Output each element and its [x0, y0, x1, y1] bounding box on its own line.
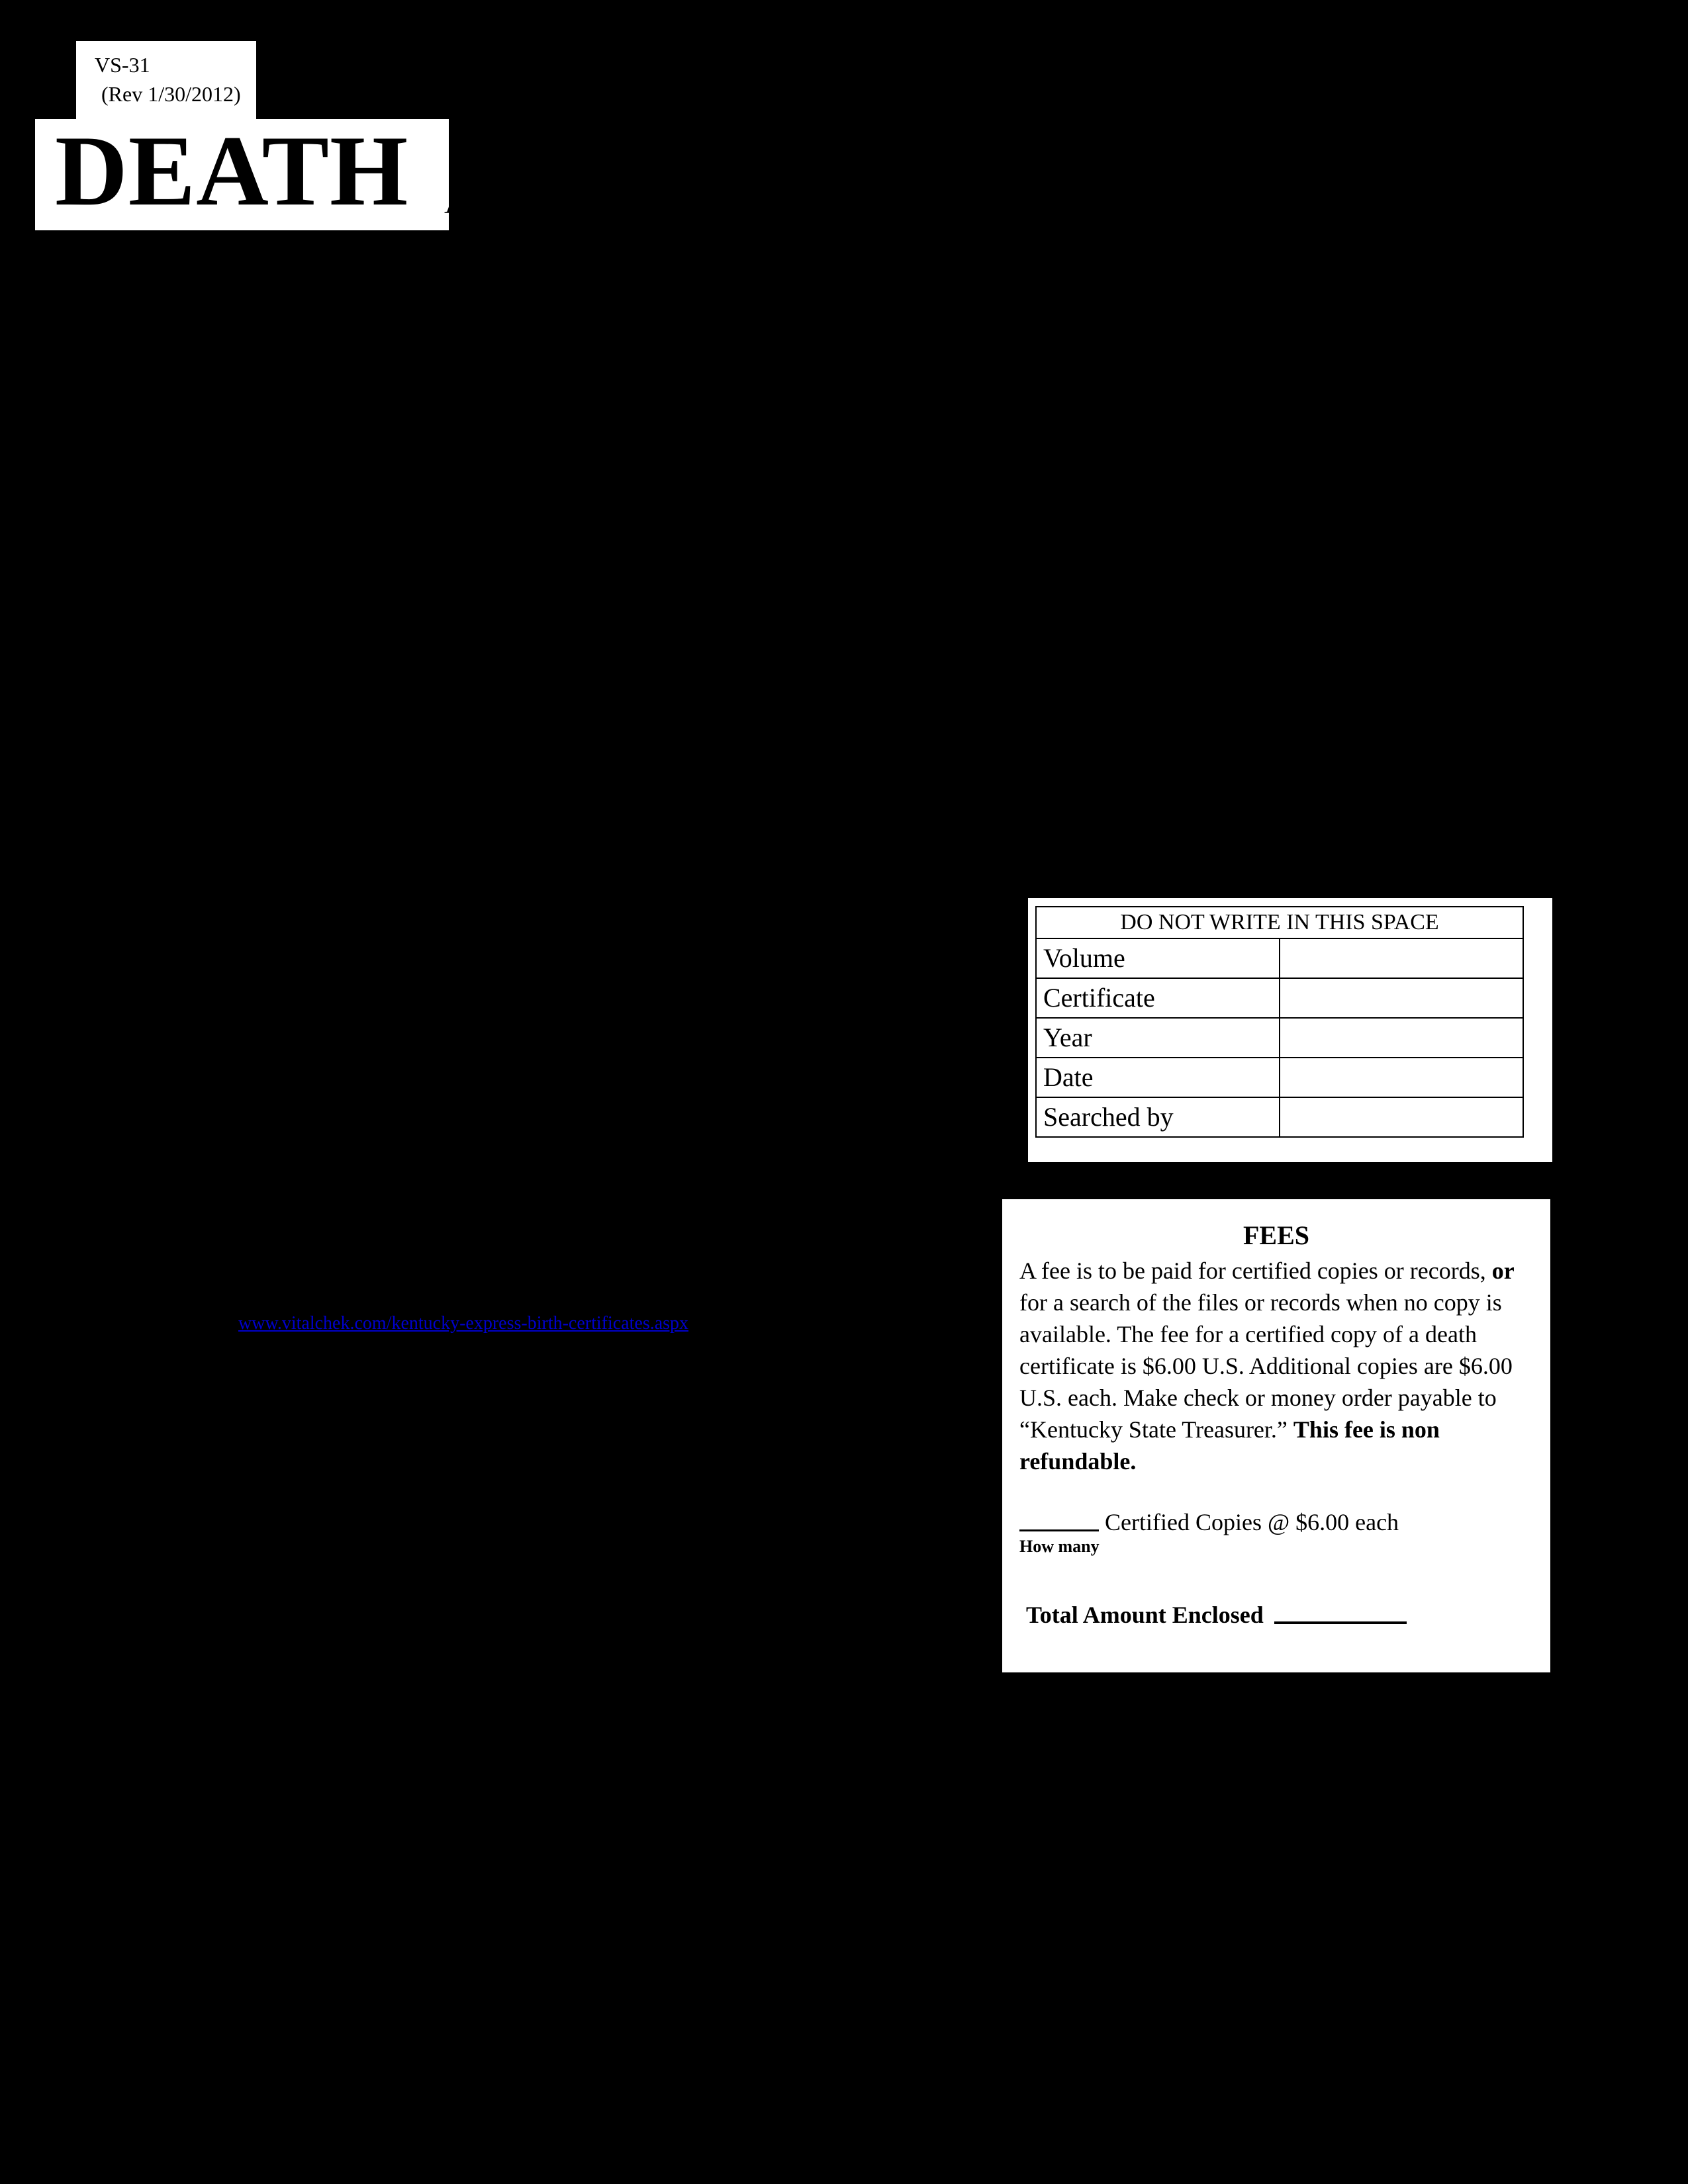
form-number-box: VS-31 (Rev 1/30/2012) — [76, 41, 256, 119]
form-title-banner: DEATH AP — [35, 119, 449, 230]
office-row-label-volume: Volume — [1035, 938, 1280, 979]
office-use-table: DO NOT WRITE IN THIS SPACE Volume Certif… — [1035, 906, 1524, 1138]
page-title-continuation: AP — [444, 183, 449, 222]
total-amount-field[interactable] — [1274, 1602, 1407, 1624]
office-row-value-certificate[interactable] — [1279, 978, 1524, 1019]
office-row-value-volume[interactable] — [1279, 938, 1524, 979]
table-row: Year — [1035, 1017, 1524, 1058]
office-row-label-date: Date — [1035, 1057, 1280, 1098]
total-amount-label: Total Amount Enclosed — [1026, 1602, 1264, 1628]
office-row-value-date[interactable] — [1279, 1057, 1524, 1098]
fees-heading: FEES — [1243, 1220, 1310, 1250]
table-row: Searched by — [1035, 1097, 1524, 1138]
form-page: VS-31 (Rev 1/30/2012) DEATH AP www.vital… — [0, 0, 1688, 2184]
total-amount-line: Total Amount Enclosed — [1019, 1599, 1533, 1631]
fees-paragraph-or: or — [1491, 1257, 1515, 1284]
certified-copies-line: Certified Copies @ $6.00 each — [1019, 1506, 1533, 1538]
form-number-label: VS-31 — [95, 53, 150, 77]
office-use-header: DO NOT WRITE IN THIS SPACE — [1035, 906, 1524, 939]
vitalchek-link[interactable]: www.vitalchek.com/kentucky-express-birth… — [238, 1312, 688, 1335]
table-row: Certificate — [1035, 978, 1524, 1019]
fees-paragraph-part1: A fee is to be paid for certified copies… — [1019, 1257, 1492, 1284]
fees-paragraph: A fee is to be paid for certified copies… — [1019, 1255, 1533, 1477]
form-revision-label: (Rev 1/30/2012) — [101, 82, 241, 106]
fees-spacer — [1019, 1477, 1533, 1506]
office-row-label-year: Year — [1035, 1017, 1280, 1058]
office-row-value-searched-by[interactable] — [1279, 1097, 1524, 1138]
certified-copies-label: Certified Copies @ $6.00 each — [1105, 1509, 1399, 1535]
table-row: Date — [1035, 1057, 1524, 1098]
page-title: DEATH — [55, 119, 409, 226]
office-row-value-year[interactable] — [1279, 1017, 1524, 1058]
table-header-row: DO NOT WRITE IN THIS SPACE — [1035, 906, 1524, 939]
office-row-label-certificate: Certificate — [1035, 978, 1280, 1019]
how-many-label: How many — [1019, 1537, 1100, 1556]
table-row: Volume — [1035, 938, 1524, 979]
office-row-label-searched-by: Searched by — [1035, 1097, 1280, 1138]
copies-quantity-field[interactable] — [1019, 1510, 1099, 1531]
office-use-panel: DO NOT WRITE IN THIS SPACE Volume Certif… — [1028, 898, 1552, 1162]
fees-panel: FEES A fee is to be paid for certified c… — [1002, 1199, 1550, 1672]
